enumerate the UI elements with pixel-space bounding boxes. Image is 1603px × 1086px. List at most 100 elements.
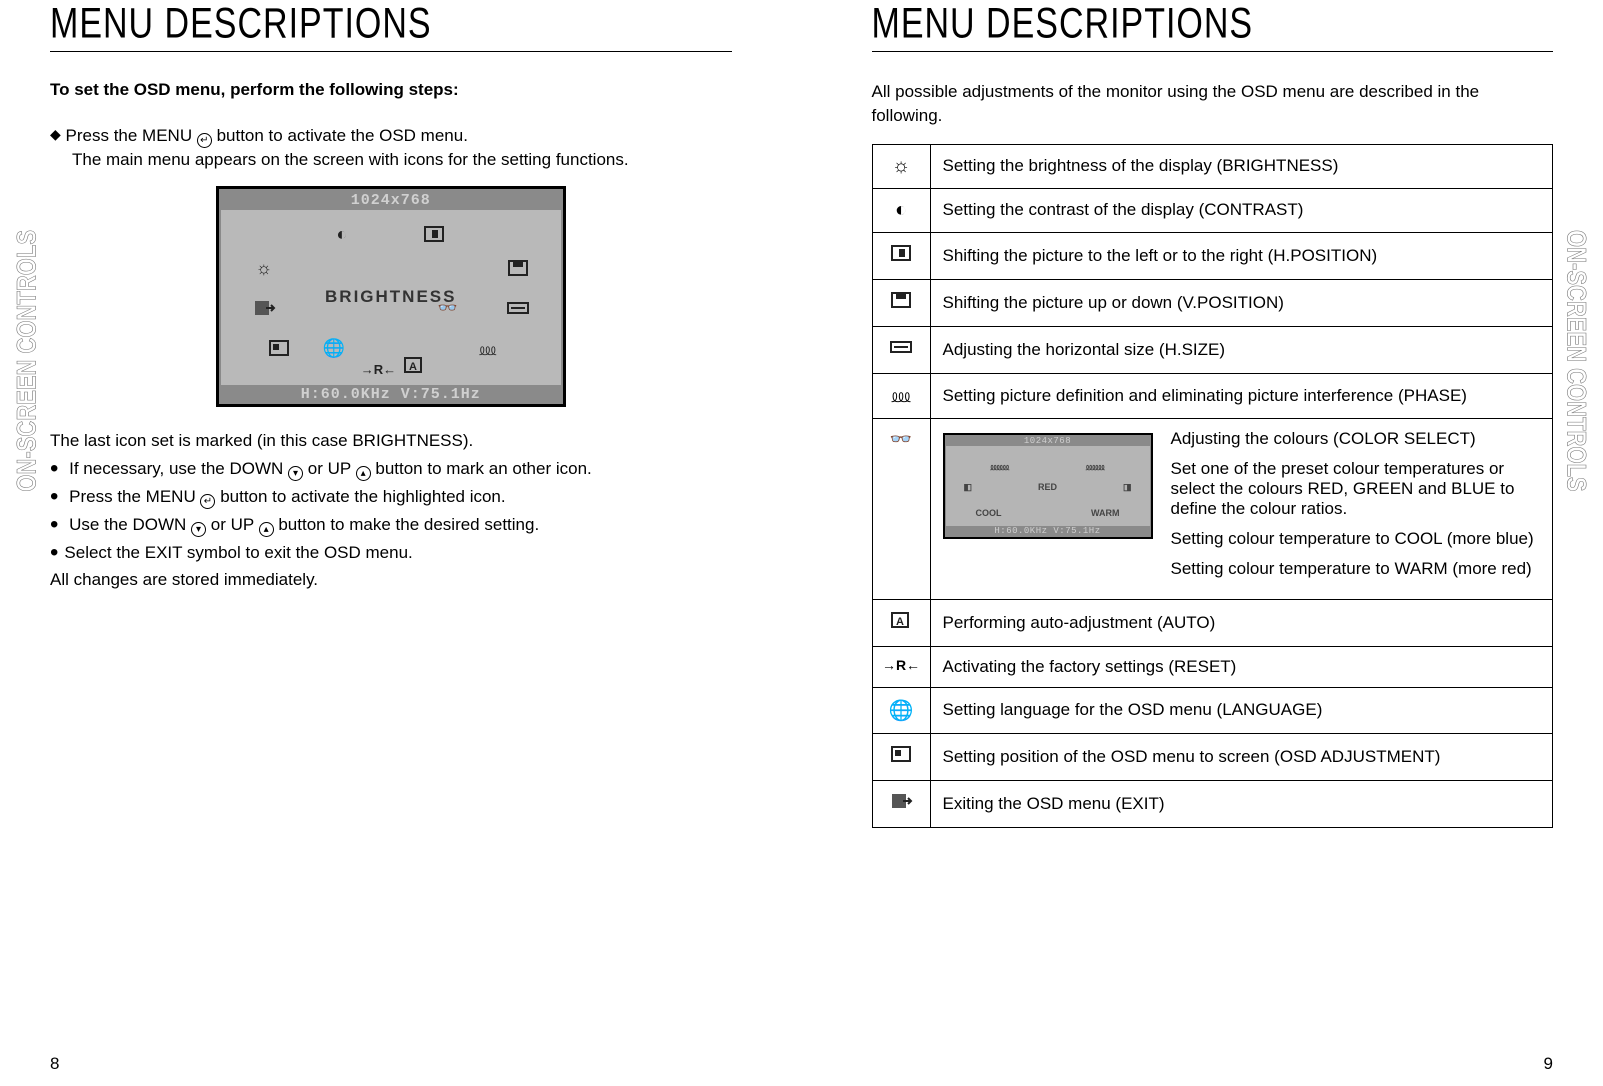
auto-icon: A xyxy=(401,355,427,377)
osd-screenshot: 1024x768 BRIGHTNESS ☼ ◐ ⅏ 👓 xyxy=(216,186,566,407)
text: If necessary, use the DOWN xyxy=(69,459,288,478)
table-row: A Performing auto-adjustment (AUTO) xyxy=(872,599,1553,646)
text: Performing auto-adjustment (AUTO) xyxy=(930,599,1553,646)
table-row: 🌐Setting language for the OSD menu (LANG… xyxy=(872,687,1553,733)
enter-icon: ↵ xyxy=(200,494,215,509)
text: Setting the brightness of the display (B… xyxy=(930,144,1553,188)
svg-text:A: A xyxy=(896,616,904,628)
language-icon: 🌐 xyxy=(872,687,930,733)
text: Select the EXIT symbol to exit the OSD m… xyxy=(50,541,732,565)
text: Setting colour temperature to WARM (more… xyxy=(1171,559,1541,579)
osd-adjustment-icon xyxy=(266,338,292,360)
text: Press the MENU xyxy=(69,487,200,506)
text: button to activate the highlighted icon. xyxy=(220,487,505,506)
hsize-icon xyxy=(872,326,930,373)
table-row: ⅏Setting picture definition and eliminat… xyxy=(872,373,1553,418)
text: button to activate the OSD menu. xyxy=(217,126,468,145)
sub-frequency: H:60.0KHz V:75.1Hz xyxy=(946,526,1150,536)
auto-icon: A xyxy=(872,599,930,646)
table-row: Exiting the OSD menu (EXIT) xyxy=(872,780,1553,827)
table-row: Shifting the picture to the left or to t… xyxy=(872,232,1553,279)
text: Use the DOWN xyxy=(69,515,191,534)
color-submenu-image: 1024x768 ⅏⅏ ⅏⅏ RED ◧ ◨ COOL WARM xyxy=(943,429,1153,589)
osd-resolution: 1024x768 xyxy=(221,191,561,210)
phase-icon: ⅏ xyxy=(475,338,501,360)
reset-icon: →R← xyxy=(872,646,930,687)
bullet-list: If necessary, use the DOWN ▾ or UP ▴ but… xyxy=(50,457,732,593)
table-row: ☼Setting the brightness of the display (… xyxy=(872,144,1553,188)
down-icon: ▾ xyxy=(191,522,206,537)
text: Setting colour temperature to COOL (more… xyxy=(1171,529,1541,549)
table-row: Setting position of the OSD menu to scre… xyxy=(872,733,1553,780)
svg-text:A: A xyxy=(409,361,417,373)
menu-table: ☼Setting the brightness of the display (… xyxy=(872,144,1554,828)
color-description: Adjusting the colours (COLOR SELECT) Set… xyxy=(1171,429,1541,589)
color-select-cell: 1024x768 ⅏⅏ ⅏⅏ RED ◧ ◨ COOL WARM xyxy=(930,418,1553,599)
page-right: MENU DESCRIPTIONS All possible adjustmen… xyxy=(802,0,1603,1086)
page-title: MENU DESCRIPTIONS xyxy=(50,0,732,49)
page-left: MENU DESCRIPTIONS To set the OSD menu, p… xyxy=(0,0,802,1086)
intro-text: All possible adjustments of the monitor … xyxy=(872,80,1554,128)
text: Adjusting the horizontal size (H.SIZE) xyxy=(930,326,1553,373)
text: or UP xyxy=(211,515,259,534)
text: Shifting the picture to the left or to t… xyxy=(930,232,1553,279)
color-icon: 👓 xyxy=(872,418,930,599)
text: All changes are stored immediately. xyxy=(50,568,732,592)
table-row: Adjusting the horizontal size (H.SIZE) xyxy=(872,326,1553,373)
brightness-icon: ☼ xyxy=(872,144,930,188)
up-icon: ▴ xyxy=(356,466,371,481)
cool-label: COOL xyxy=(976,508,1002,518)
divider xyxy=(872,51,1554,52)
warm-label: WARM xyxy=(1091,508,1120,518)
vposition-icon xyxy=(872,279,930,326)
down-icon: ▾ xyxy=(288,466,303,481)
reset-icon: →R← xyxy=(361,362,387,384)
text: button to make the desired setting. xyxy=(278,515,539,534)
text: Setting language for the OSD menu (LANGU… xyxy=(930,687,1553,733)
osd-frequency: H:60.0KHz V:75.1Hz xyxy=(221,385,561,404)
hsize-icon xyxy=(505,298,531,320)
page-number: 8 xyxy=(50,1054,59,1074)
contrast-icon: ◐ xyxy=(329,224,355,246)
phase-mini-icon: ⅏⅏ xyxy=(1086,460,1105,473)
text: The main menu appears on the screen with… xyxy=(72,148,732,172)
enter-icon: ↵ xyxy=(197,133,212,148)
text: Setting position of the OSD menu to scre… xyxy=(930,733,1553,780)
brightness-icon: ☼ xyxy=(251,258,277,280)
page-title: MENU DESCRIPTIONS xyxy=(872,0,1554,49)
table-row: ◐Setting the contrast of the display (CO… xyxy=(872,188,1553,232)
up-icon: ▴ xyxy=(259,522,274,537)
right-split-icon: ◨ xyxy=(1123,482,1132,493)
text: Adjusting the colours (COLOR SELECT) xyxy=(1171,429,1541,449)
hposition-icon xyxy=(421,224,447,246)
table-row: →R←Activating the factory settings (RESE… xyxy=(872,646,1553,687)
text: or UP xyxy=(308,459,356,478)
exit-icon xyxy=(872,780,930,827)
text: The last icon set is marked (in this cas… xyxy=(50,429,732,453)
contrast-icon: ◐ xyxy=(872,188,930,232)
phase-icon: ⅏ xyxy=(872,373,930,418)
color-icon: 👓 xyxy=(435,298,461,320)
hposition-icon xyxy=(872,232,930,279)
diamond-bullet-icon: ◆ xyxy=(50,125,61,145)
page-number: 9 xyxy=(1544,1054,1553,1074)
step-1: ◆ Press the MENU ↵ button to activate th… xyxy=(50,124,732,172)
table-row: 👓 1024x768 ⅏⅏ ⅏⅏ RED ◧ ◨ xyxy=(872,418,1553,599)
table-row: Shifting the picture up or down (V.POSIT… xyxy=(872,279,1553,326)
text: Exiting the OSD menu (EXIT) xyxy=(930,780,1553,827)
text: Activating the factory settings (RESET) xyxy=(930,646,1553,687)
divider xyxy=(50,51,732,52)
text: Setting the contrast of the display (CON… xyxy=(930,188,1553,232)
text: Press the MENU xyxy=(66,126,197,145)
text: button to mark an other icon. xyxy=(375,459,591,478)
phase-mini-icon: ⅏⅏ xyxy=(991,460,1010,473)
sub-resolution: 1024x768 xyxy=(946,436,1150,446)
left-split-icon: ◧ xyxy=(964,482,973,493)
text: Setting picture definition and eliminati… xyxy=(930,373,1553,418)
sub-center: RED xyxy=(1038,482,1057,492)
text: Set one of the preset colour temperature… xyxy=(1171,459,1541,519)
osd-adjustment-icon xyxy=(872,733,930,780)
intro-text: To set the OSD menu, perform the followi… xyxy=(50,80,732,100)
language-icon: 🌐 xyxy=(321,338,347,360)
text: Shifting the picture up or down (V.POSIT… xyxy=(930,279,1553,326)
